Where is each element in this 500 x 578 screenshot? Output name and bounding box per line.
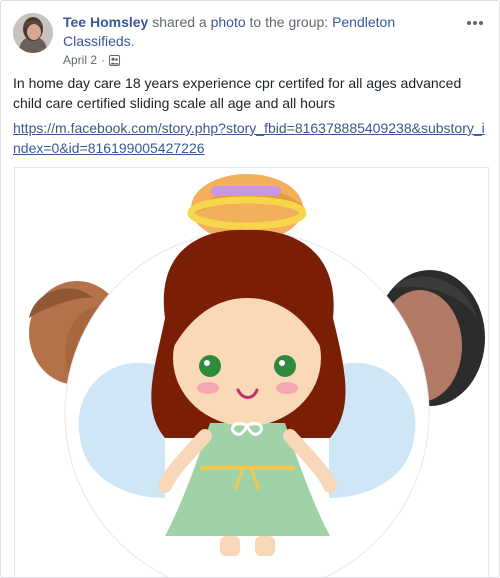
date-separator: · — [101, 53, 106, 67]
to-group-text: to the group: — [245, 14, 333, 30]
post-photo[interactable] — [14, 167, 489, 577]
post-body-text: In home day care 18 years experience cpr… — [13, 75, 462, 111]
post-attribution: Tee Homsley shared a photo to the group:… — [63, 13, 443, 51]
right-eye — [274, 355, 296, 377]
action-text: shared a — [148, 14, 211, 30]
avatar-photo — [13, 13, 53, 53]
left-eye — [199, 355, 221, 377]
group-suffix: . — [130, 33, 135, 49]
post-story-link[interactable]: https://m.facebook.com/story.php?story_f… — [13, 118, 485, 158]
group-members-icon — [109, 54, 121, 66]
post-subline: April 2 · — [63, 53, 121, 67]
feed-post: Tee Homsley shared a photo to the group:… — [0, 0, 500, 578]
author-avatar[interactable] — [13, 13, 53, 53]
author-name-link[interactable]: Tee Homsley — [63, 14, 148, 30]
post-header: Tee Homsley shared a photo to the group:… — [13, 13, 487, 69]
more-options-icon[interactable] — [463, 13, 487, 33]
photo-link[interactable]: photo — [211, 14, 246, 30]
angel-girl-illustration — [29, 174, 485, 577]
post-date-link[interactable]: April 2 — [63, 53, 97, 67]
